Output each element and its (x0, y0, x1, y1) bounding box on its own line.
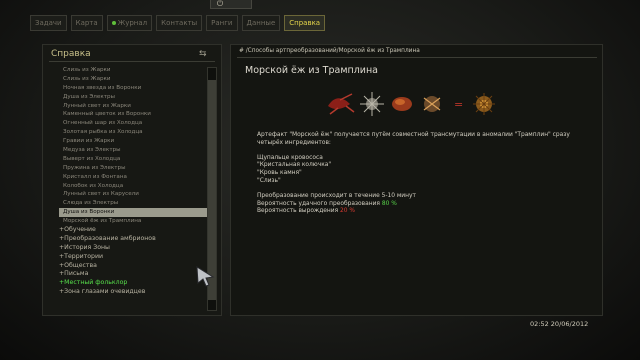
tab-label: Данные (246, 19, 276, 27)
divider (237, 57, 597, 58)
divider (49, 61, 215, 62)
list-item[interactable]: Душа из Электры (59, 93, 209, 102)
desc-line: Артефакт "Морской ёж" получается путём с… (257, 132, 570, 138)
tab-label: Ранги (211, 19, 233, 27)
clock-date: 02:52 20/06/2012 (530, 320, 589, 328)
category-training[interactable]: +Обучение (59, 226, 209, 235)
list-item[interactable]: Гравии из Жарки (59, 137, 209, 146)
tab-journal[interactable]: Журнал (106, 15, 153, 31)
breadcrumb: # /Способы артпреобразований/Морской ёж … (239, 48, 420, 54)
help-index-panel: Справка ⇆ Слизь из Жарки Слизь из Жарки … (42, 44, 222, 316)
mouse-cursor-icon (196, 266, 215, 287)
article-panel: # /Способы артпреобразований/Морской ёж … (230, 44, 603, 316)
tab-label: Справка (289, 19, 321, 27)
degrade-value: 20 % (340, 208, 355, 215)
power-icon[interactable]: ⏻ (215, 0, 225, 8)
crystal-thorn-icon (360, 92, 384, 116)
tab-label: Задачи (35, 19, 62, 27)
list-item[interactable]: Медуза из Электры (59, 146, 209, 155)
ingredient: "Кристальная колючка" (257, 162, 332, 169)
list-item[interactable]: Кристалл из Фонтана (59, 173, 209, 182)
tab-label: Журнал (117, 19, 148, 27)
stone-blood-icon (392, 97, 412, 111)
tab-bar: Задачи Карта Журнал Контакты Ранги Данны… (30, 15, 326, 31)
category-territories[interactable]: +Территории (59, 253, 209, 262)
list-item[interactable]: Ночная звезда из Воронки (59, 84, 209, 93)
tab-help[interactable]: Справка (284, 15, 326, 31)
category-local-folklore[interactable]: +Местный фольклор (59, 279, 209, 288)
tab-contacts[interactable]: Контакты (156, 15, 203, 31)
panel-title: Справка (51, 49, 91, 59)
degrade-label: Вероятность вырождения (257, 208, 341, 215)
ingredient: "Слизь" (257, 177, 281, 184)
status-dot-icon (111, 21, 116, 25)
desc-line: четырёх ингредиентов: (257, 139, 331, 146)
help-list: Слизь из Жарки Слизь из Жарки Ночная зве… (59, 66, 209, 297)
ingredient: "Кровь камня" (257, 170, 302, 177)
tab-map[interactable]: Карта (70, 15, 103, 31)
tab-ranks[interactable]: Ранги (206, 15, 238, 31)
list-item[interactable]: Золотая рыбка из Холодца (59, 128, 209, 137)
category-embryo-transform[interactable]: +Преобразование амбрионов (59, 235, 209, 244)
tab-label: Контакты (161, 19, 198, 27)
tab-data[interactable]: Данные (241, 15, 281, 31)
collapse-icon[interactable]: ⇆ (199, 49, 215, 59)
article-title: Морской ёж из Трамплина (245, 65, 378, 76)
list-item[interactable]: Слизь из Жарки (59, 75, 209, 84)
category-societies[interactable]: +Общества (59, 262, 209, 271)
category-zone-history[interactable]: +История Зоны (59, 244, 209, 253)
time-info: Преобразование происходит в течение 5-10… (257, 192, 416, 199)
list-item[interactable]: Слизь из Жарки (59, 66, 209, 75)
list-item[interactable]: Слюда из Электры (59, 199, 209, 208)
equals-sign: = (454, 98, 463, 111)
tab-tasks[interactable]: Задачи (30, 15, 67, 31)
tentacle-icon (328, 93, 355, 115)
tab-label: Карта (75, 19, 98, 27)
list-item[interactable]: Пружина из Электры (59, 164, 209, 173)
category-zone-witnesses[interactable]: +Зона глазами очевидцев (59, 288, 209, 297)
success-value: 80 % (381, 200, 397, 207)
slime-icon (423, 96, 441, 112)
list-item[interactable]: Лунный свет из Жарки (59, 102, 209, 111)
success-label: Вероятность удачного преобразования (257, 200, 382, 207)
sea-urchin-artifact-icon (473, 93, 495, 115)
list-item[interactable]: Колобок из Холодца (59, 182, 209, 191)
degrade-probability: Вероятность вырождения 20 % (257, 208, 577, 216)
list-item[interactable]: Огненный шар из Холодца (59, 119, 209, 128)
recipe-row: = (328, 92, 495, 116)
list-item[interactable]: Каменный цветок из Воронки (59, 110, 209, 119)
list-item[interactable]: Выверт из Холодца (59, 155, 209, 164)
ingredient: Щупальце кровососа (257, 154, 323, 161)
list-item-selected[interactable]: Душа из Воронки (59, 208, 209, 218)
article-body: Артефакт "Морской ёж" получается путём с… (257, 132, 577, 216)
list-item[interactable]: Морской ёж из Трамплина (59, 217, 209, 226)
success-probability: Вероятность удачного преобразования 80 % (257, 201, 577, 209)
list-item[interactable]: Лунный свет из Карусели (59, 190, 209, 199)
